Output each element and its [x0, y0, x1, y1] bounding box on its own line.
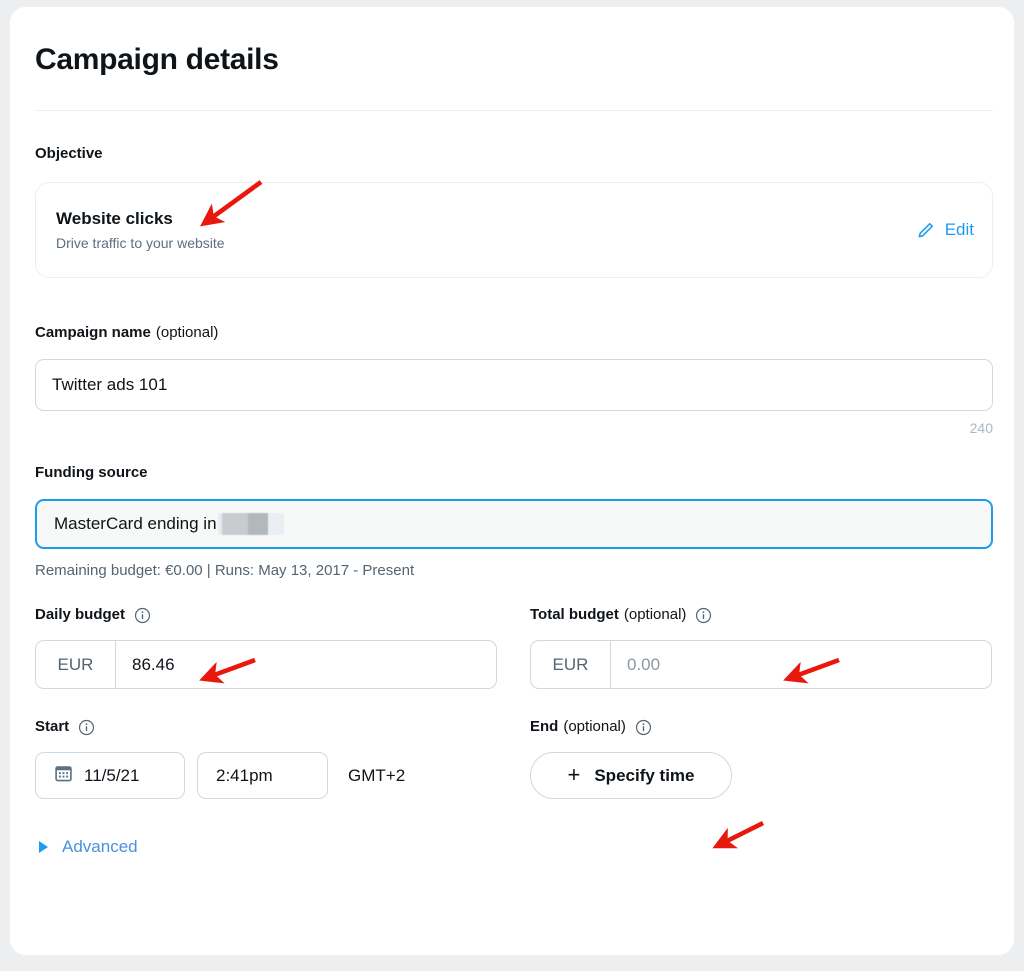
- daily-budget-group: Daily budget EUR: [35, 605, 497, 689]
- info-icon[interactable]: [134, 607, 151, 624]
- start-time-picker[interactable]: 2:41pm: [197, 752, 328, 799]
- funding-source-label: Funding source: [35, 463, 993, 483]
- daily-budget-currency: EUR: [36, 641, 116, 688]
- end-optional: (optional): [563, 717, 626, 737]
- campaign-name-char-count: 240: [35, 420, 993, 436]
- funding-source-note: Remaining budget: €0.00 | Runs: May 13, …: [35, 561, 993, 581]
- end-label: End (optional): [530, 717, 992, 737]
- objective-section: Website clicks Drive traffic to your web…: [35, 182, 993, 278]
- funding-source-select[interactable]: MasterCard ending in: [35, 499, 993, 549]
- advanced-label: Advanced: [62, 837, 138, 857]
- specify-end-time-button[interactable]: + Specify time: [530, 752, 732, 799]
- objective-name: Website clicks: [56, 208, 916, 230]
- objective-card[interactable]: Website clicks Drive traffic to your web…: [35, 182, 993, 278]
- total-budget-input[interactable]: [611, 641, 991, 688]
- objective-text-block: Website clicks Drive traffic to your web…: [56, 208, 916, 253]
- start-label-text: Start: [35, 717, 69, 737]
- campaign-name-input[interactable]: [35, 359, 993, 411]
- plus-icon: +: [567, 764, 580, 786]
- specify-end-time-label: Specify time: [594, 766, 694, 786]
- total-budget-label-text: Total budget: [530, 605, 619, 625]
- funding-source-value: MasterCard ending in: [54, 514, 217, 534]
- page-title: Campaign details: [35, 7, 993, 80]
- campaign-name-label-text: Campaign name: [35, 323, 151, 343]
- objective-label-text: Objective: [35, 144, 103, 164]
- start-timezone: GMT+2: [348, 766, 405, 786]
- start-time-value: 2:41pm: [216, 766, 273, 786]
- card-inner: Campaign details Objective Website click…: [35, 7, 993, 857]
- edit-objective-button[interactable]: Edit: [916, 220, 974, 240]
- start-group: Start: [35, 717, 497, 799]
- daily-budget-label: Daily budget: [35, 605, 497, 625]
- header-divider: [35, 110, 993, 111]
- campaign-details-card: Campaign details Objective Website click…: [9, 6, 1015, 956]
- total-budget-group: Total budget (optional) EUR: [530, 605, 992, 689]
- daily-budget-label-text: Daily budget: [35, 605, 125, 625]
- total-budget-optional: (optional): [624, 605, 687, 625]
- start-date-value: 11/5/21: [84, 766, 139, 786]
- advanced-toggle[interactable]: Advanced: [35, 837, 993, 857]
- budget-row: Daily budget EUR Total bu: [35, 605, 993, 689]
- calendar-icon: [54, 764, 73, 788]
- campaign-name-label: Campaign name (optional): [35, 323, 993, 343]
- info-icon[interactable]: [78, 719, 95, 736]
- end-group: End (optional) + Specify time: [530, 717, 992, 799]
- daily-budget-input[interactable]: [116, 641, 496, 688]
- start-date-picker[interactable]: 11/5/21: [35, 752, 185, 799]
- start-label: Start: [35, 717, 497, 737]
- objective-label: Objective: [35, 144, 993, 164]
- total-budget-field: EUR: [530, 640, 992, 689]
- info-icon[interactable]: [635, 719, 652, 736]
- start-controls: 11/5/21 2:41pm GMT+2: [35, 752, 497, 799]
- schedule-row: Start: [35, 717, 993, 799]
- edit-objective-label: Edit: [945, 220, 974, 240]
- total-budget-label: Total budget (optional): [530, 605, 992, 625]
- triangle-right-icon: [39, 841, 48, 853]
- objective-description: Drive traffic to your website: [56, 233, 916, 253]
- total-budget-currency: EUR: [531, 641, 611, 688]
- end-label-text: End: [530, 717, 558, 737]
- info-icon[interactable]: [695, 607, 712, 624]
- redacted-card-digits: [218, 513, 284, 535]
- funding-source-label-text: Funding source: [35, 463, 148, 483]
- daily-budget-field: EUR: [35, 640, 497, 689]
- pencil-icon: [916, 220, 936, 240]
- campaign-name-optional: (optional): [156, 323, 219, 343]
